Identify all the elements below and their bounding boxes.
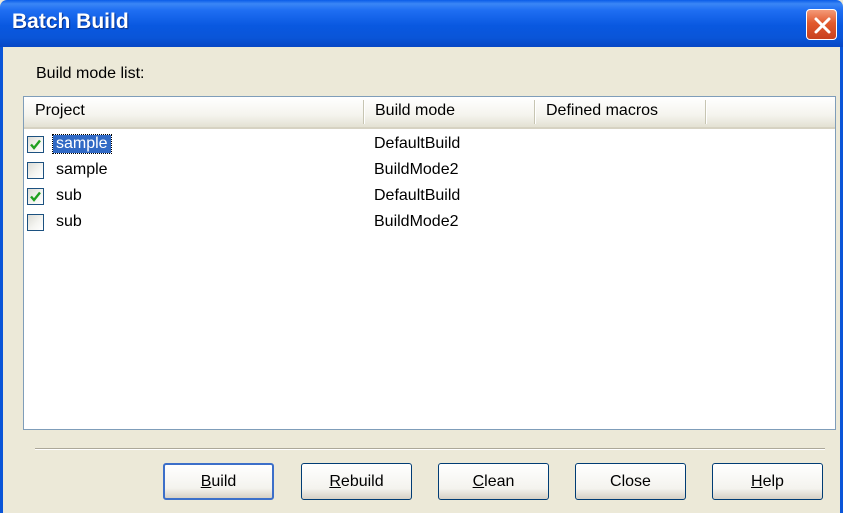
clean-accel: C (472, 473, 485, 490)
column-divider[interactable] (705, 100, 707, 124)
row-build-mode: BuildMode2 (374, 213, 459, 230)
window-title: Batch Build (12, 10, 129, 33)
list-row[interactable]: sub BuildMode2 (24, 211, 835, 237)
column-divider[interactable] (363, 100, 365, 124)
list-row[interactable]: sample BuildMode2 (24, 159, 835, 185)
row-checkbox[interactable] (27, 162, 44, 179)
checkmark-icon (30, 191, 41, 202)
row-project: sample (52, 134, 112, 154)
row-checkbox[interactable] (27, 188, 44, 205)
clean-button[interactable]: Clean (438, 463, 549, 500)
close-window-button[interactable] (806, 9, 837, 40)
close-button[interactable]: Close (575, 463, 686, 500)
row-checkbox[interactable] (27, 136, 44, 153)
title-bar: Batch Build (0, 0, 843, 47)
help-button[interactable]: Help (712, 463, 823, 500)
checkmark-icon (30, 139, 41, 150)
column-header-project[interactable]: Project (35, 102, 85, 120)
close-x-icon (814, 17, 831, 34)
list-header: Project Build mode Defined macros (24, 97, 835, 129)
list-row[interactable]: sub DefaultBuild (24, 185, 835, 211)
clean-label: lean (484, 473, 515, 490)
row-build-mode: DefaultBuild (374, 135, 461, 152)
build-button[interactable]: Build (163, 463, 274, 500)
row-project: sample (56, 161, 108, 178)
row-project: sub (56, 213, 82, 230)
build-mode-list[interactable]: Project Build mode Defined macros sample… (23, 96, 836, 430)
separator-line (35, 448, 825, 450)
build-accel: B (200, 473, 212, 490)
rebuild-accel: R (329, 473, 341, 490)
close-label: Close (610, 473, 651, 490)
column-divider[interactable] (534, 100, 536, 124)
column-header-build-mode[interactable]: Build mode (375, 102, 455, 120)
build-mode-list-label: Build mode list: (36, 65, 145, 82)
build-label: uild (211, 473, 237, 490)
row-build-mode: BuildMode2 (374, 161, 459, 178)
row-checkbox[interactable] (27, 214, 44, 231)
row-project: sub (56, 187, 82, 204)
rebuild-button[interactable]: Rebuild (301, 463, 412, 500)
rebuild-label: ebuild (340, 473, 384, 490)
column-header-defined-macros[interactable]: Defined macros (546, 102, 658, 120)
list-row[interactable]: sample DefaultBuild (24, 133, 835, 159)
window-border-left (0, 47, 3, 513)
help-accel: H (751, 473, 763, 490)
row-build-mode: DefaultBuild (374, 187, 461, 204)
help-label: elp (762, 473, 784, 490)
